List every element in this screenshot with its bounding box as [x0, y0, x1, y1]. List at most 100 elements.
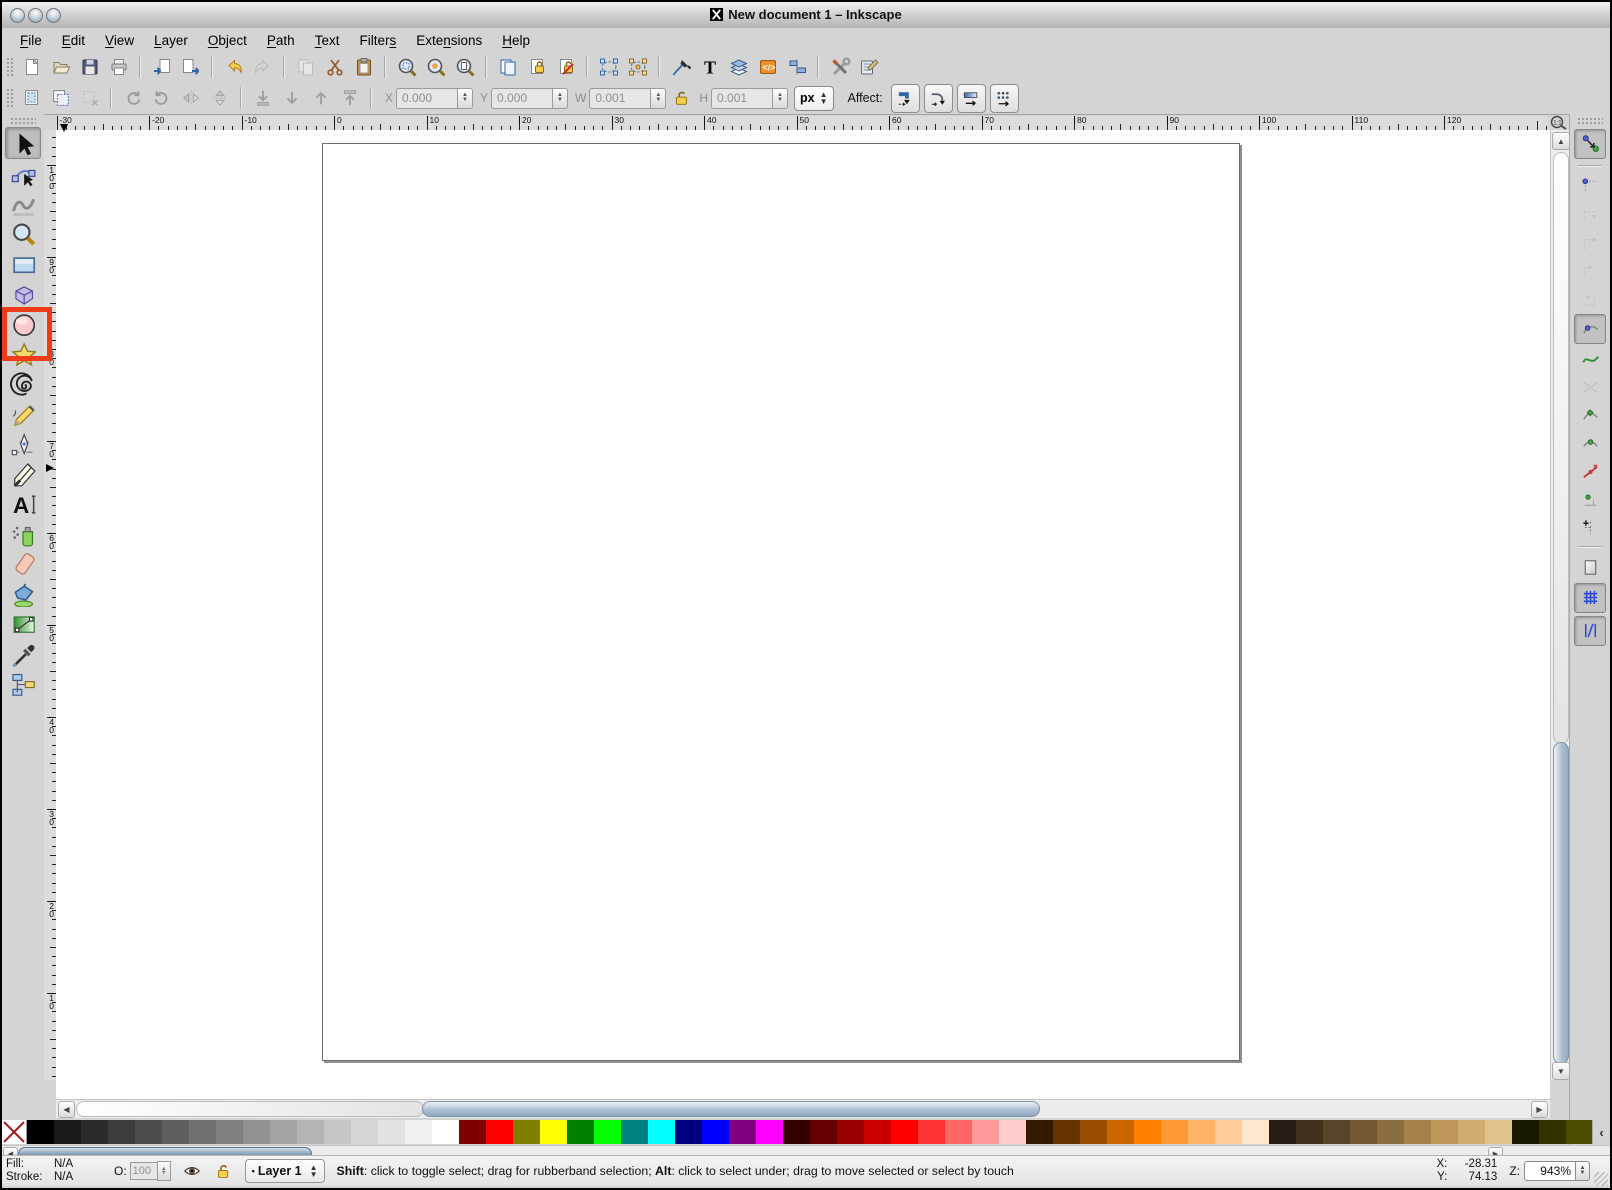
- inkscape-preferences-button[interactable]: [826, 54, 853, 81]
- snap-bbox-edge-midpoints-toggle[interactable]: [1575, 258, 1605, 283]
- palette-swatch[interactable]: [1080, 1120, 1107, 1144]
- spiral-tool[interactable]: [6, 369, 40, 399]
- palette-swatch[interactable]: [540, 1120, 567, 1144]
- snap-bbox-corners-toggle[interactable]: [1575, 230, 1605, 255]
- lock-ratio-icon[interactable]: [670, 88, 692, 108]
- palette-swatch[interactable]: [1134, 1120, 1161, 1144]
- palette-swatch[interactable]: [1404, 1120, 1431, 1144]
- snap-object-centers-toggle[interactable]: [1575, 487, 1605, 512]
- layers-dialog-button[interactable]: [725, 54, 752, 81]
- rotate-cw-button[interactable]: [148, 85, 175, 112]
- menu-object[interactable]: Object: [198, 30, 257, 51]
- gradient-tool[interactable]: [6, 609, 40, 639]
- zoom-stepper[interactable]: ▲▼: [1576, 1161, 1590, 1181]
- eraser-tool[interactable]: [6, 549, 40, 579]
- palette-swatch[interactable]: [324, 1120, 351, 1144]
- palette-swatch[interactable]: [621, 1120, 648, 1144]
- snap-line-midpoints-toggle[interactable]: [1575, 459, 1605, 484]
- fill-stroke-indicator[interactable]: Fill: N/A Stroke: N/A: [2, 1158, 100, 1184]
- save-document-button[interactable]: [76, 54, 103, 81]
- scroll-right-button[interactable]: ▶: [1531, 1101, 1548, 1118]
- vertical-scrollbar[interactable]: ▲ ▼: [1550, 130, 1571, 1080]
- palette-swatch[interactable]: [1026, 1120, 1053, 1144]
- tweak-tool[interactable]: [6, 189, 40, 219]
- zoom-tool[interactable]: [6, 219, 40, 249]
- selector-tool[interactable]: [5, 127, 41, 159]
- palette-swatch[interactable]: [1566, 1120, 1593, 1144]
- menu-view[interactable]: View: [95, 30, 144, 51]
- palette-swatch[interactable]: [648, 1120, 675, 1144]
- palette-swatch[interactable]: [1161, 1120, 1188, 1144]
- document-page[interactable]: [322, 143, 1240, 1061]
- palette-swatch[interactable]: [351, 1120, 378, 1144]
- lower-button[interactable]: [278, 85, 305, 112]
- cut-button[interactable]: [321, 54, 348, 81]
- palette-swatch[interactable]: [1458, 1120, 1485, 1144]
- new-document-button[interactable]: [18, 54, 45, 81]
- dropper-tool[interactable]: [6, 639, 40, 669]
- palette-swatch[interactable]: [945, 1120, 972, 1144]
- palette-swatch[interactable]: [459, 1120, 486, 1144]
- zoom-1-1-icon[interactable]: 1:1: [1548, 115, 1570, 130]
- opacity-stepper[interactable]: ▲▼: [157, 1161, 171, 1181]
- menu-text[interactable]: Text: [305, 30, 350, 51]
- snap-bbox-edges-toggle[interactable]: [1575, 202, 1605, 227]
- rectangle-tool[interactable]: [6, 249, 40, 279]
- palette-swatch[interactable]: [1512, 1120, 1539, 1144]
- duplicate-button[interactable]: [494, 54, 521, 81]
- open-document-button[interactable]: [47, 54, 74, 81]
- palette-swatch[interactable]: [1188, 1120, 1215, 1144]
- move-patterns-toggle[interactable]: [990, 84, 1019, 113]
- palette-swatch[interactable]: [108, 1120, 135, 1144]
- palette-swatch[interactable]: [54, 1120, 81, 1144]
- palette-swatch[interactable]: [486, 1120, 513, 1144]
- palette-swatch[interactable]: [27, 1120, 54, 1144]
- palette-swatch[interactable]: [756, 1120, 783, 1144]
- box-3d-tool[interactable]: [6, 279, 40, 309]
- palette-swatch[interactable]: [297, 1120, 324, 1144]
- palette-swatch[interactable]: [864, 1120, 891, 1144]
- palette-swatch[interactable]: [1215, 1120, 1242, 1144]
- create-clone-button[interactable]: [523, 54, 550, 81]
- canvas[interactable]: [56, 130, 1550, 1099]
- palette-swatch[interactable]: [972, 1120, 999, 1144]
- width-field[interactable]: 0.001: [589, 88, 650, 109]
- palette-swatch[interactable]: [81, 1120, 108, 1144]
- scroll-down-button[interactable]: ▼: [1552, 1062, 1570, 1080]
- group-objects-button[interactable]: [595, 54, 622, 81]
- redo-button[interactable]: [249, 54, 276, 81]
- snap-to-paths-toggle[interactable]: [1575, 347, 1605, 372]
- palette-swatch[interactable]: [783, 1120, 810, 1144]
- palette-swatch[interactable]: [1269, 1120, 1296, 1144]
- horizontal-scrollbar-track[interactable]: [76, 1101, 424, 1117]
- menu-layer[interactable]: Layer: [144, 30, 198, 51]
- undo-button[interactable]: [220, 54, 247, 81]
- export-bitmap-button[interactable]: [177, 54, 204, 81]
- palette-swatch[interactable]: [513, 1120, 540, 1144]
- deselect-button[interactable]: [76, 85, 103, 112]
- node-editor-tool[interactable]: [6, 159, 40, 189]
- snap-grids-toggle[interactable]: [1574, 583, 1606, 613]
- palette-swatch[interactable]: [729, 1120, 756, 1144]
- snap-bounding-box-toggle[interactable]: [1575, 174, 1605, 199]
- palette-swatch[interactable]: [1107, 1120, 1134, 1144]
- menu-edit[interactable]: Edit: [52, 30, 95, 51]
- scale-rounded-corners-toggle[interactable]: [924, 84, 953, 113]
- layer-visibility-icon[interactable]: [181, 1161, 203, 1181]
- palette-swatch[interactable]: [837, 1120, 864, 1144]
- resize-grip[interactable]: [1594, 1172, 1608, 1186]
- no-color-swatch[interactable]: [2, 1120, 27, 1144]
- horizontal-ruler[interactable]: -30-20-100102030405060708090100110120: [56, 116, 1548, 131]
- snap-page-border-toggle[interactable]: [1575, 555, 1605, 580]
- scroll-left-button[interactable]: ◀: [58, 1101, 75, 1118]
- palette-swatch[interactable]: [675, 1120, 702, 1144]
- snap-cusp-nodes-toggle[interactable]: [1575, 403, 1605, 428]
- palette-swatch[interactable]: [1296, 1120, 1323, 1144]
- palette-swatch[interactable]: [567, 1120, 594, 1144]
- zoom-to-drawing-button[interactable]: [422, 54, 449, 81]
- palette-swatch[interactable]: [1431, 1120, 1458, 1144]
- ungroup-objects-button[interactable]: [624, 54, 651, 81]
- raise-to-top-button[interactable]: [336, 85, 363, 112]
- horizontal-scrollbar[interactable]: ◀ ▶: [56, 1099, 1550, 1118]
- rotate-ccw-button[interactable]: [119, 85, 146, 112]
